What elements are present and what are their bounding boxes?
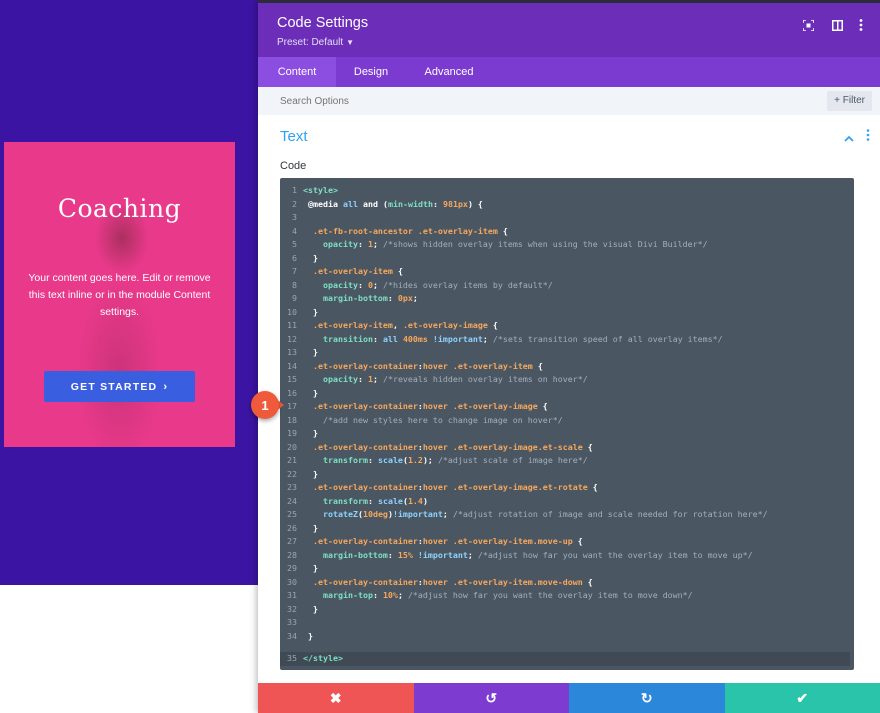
get-started-label: GET STARTED: [70, 380, 158, 393]
code-line: 9 margin-bottom: 0px;: [292, 293, 418, 303]
code-line: 10 }: [287, 306, 318, 317]
code-line: 2 @media all and (min-width: 981px) {: [292, 198, 483, 209]
code-line: 24 transform: scale(1.4): [287, 495, 428, 506]
code-line: 4 .et-fb-root-ancestor .et-overlay-item …: [292, 225, 508, 236]
code-line: 13 }: [287, 347, 318, 357]
code-line-current: 35 </style>: [280, 652, 850, 666]
code-line: 18 /*add new styles here to change image…: [287, 414, 563, 425]
code-line: 31 margin-top: 10%; /*adjust how far you…: [287, 590, 693, 600]
code-line: 6 }: [292, 252, 318, 263]
undo-icon: ↺: [485, 689, 498, 706]
panel-tabs: Content Design Advanced: [258, 57, 880, 87]
code-line: 15 opacity: 1; /*reveals hidden overlay …: [287, 374, 588, 384]
chevron-up-icon[interactable]: [844, 131, 854, 145]
tab-content[interactable]: Content: [258, 57, 336, 87]
code-line: 27 .et-overlay-container:hover .et-overl…: [287, 536, 583, 546]
code-line: 17 .et-overlay-container:hover .et-overl…: [287, 401, 548, 411]
code-line: 14 .et-overlay-container:hover .et-overl…: [287, 360, 543, 371]
code-line: 16 }: [287, 387, 318, 398]
code-line: 3: [292, 212, 297, 222]
step-marker: 1: [251, 391, 279, 419]
panel-header: Code Settings Preset: Default ▼: [258, 0, 880, 57]
search-row: + Filter: [258, 87, 880, 115]
expand-icon[interactable]: [800, 17, 816, 33]
code-line: 29 }: [287, 563, 318, 573]
code-field-label: Code: [280, 160, 307, 172]
code-line: 22 }: [287, 468, 318, 479]
check-icon: ✔: [796, 689, 809, 706]
redo-icon: ↻: [640, 689, 653, 706]
panel-title: Code Settings: [277, 15, 369, 31]
undo-button[interactable]: ↺: [413, 683, 569, 713]
code-line: 21 transform: scale(1.2); /*adjust scale…: [287, 455, 588, 465]
chevron-right-icon: ›: [163, 380, 169, 393]
code-line: 20 .et-overlay-container:hover .et-overl…: [287, 441, 593, 452]
save-button[interactable]: ✔: [724, 683, 880, 713]
redo-button[interactable]: ↻: [569, 683, 725, 713]
code-line: 5 opacity: 1; /*shows hidden overlay ite…: [292, 239, 708, 249]
code-line: 33: [287, 617, 297, 627]
section-title[interactable]: Text: [280, 128, 308, 145]
code-line: 34 }: [287, 630, 313, 641]
panel-footer: ✖ ↺ ↻ ✔: [258, 683, 880, 713]
code-line: 12 transition: all 400ms !important; /*s…: [287, 333, 723, 344]
code-line: 23 .et-overlay-container:hover .et-overl…: [287, 482, 598, 492]
coaching-card[interactable]: Coaching Your content goes here. Edit or…: [4, 142, 235, 447]
filter-button[interactable]: + Filter: [827, 91, 872, 111]
get-started-button[interactable]: GET STARTED ›: [44, 371, 195, 402]
code-editor[interactable]: 1 <style> 2 @media all and (min-width: 98…: [280, 178, 854, 670]
card-text: Your content goes here. Edit or remove t…: [28, 272, 211, 318]
code-line: 32 }: [287, 603, 318, 614]
code-line: 8 opacity: 0; /*hides overlay items by d…: [292, 279, 553, 290]
code-line: 30 .et-overlay-container:hover .et-overl…: [287, 576, 593, 587]
preset-label: Preset: Default: [277, 37, 344, 48]
close-icon: ✖: [329, 689, 342, 706]
preset-selector[interactable]: Preset: Default ▼: [277, 37, 354, 48]
card-title: Coaching: [57, 194, 182, 223]
code-line: 25 rotateZ(10deg)!important; /*adjust ro…: [287, 509, 768, 519]
tab-advanced[interactable]: Advanced: [406, 57, 492, 87]
code-line: 11 .et-overlay-item, .et-overlay-image {: [287, 320, 498, 330]
code-settings-panel: Code Settings Preset: Default ▼ Content D…: [258, 0, 880, 713]
section-more-icon[interactable]: [866, 129, 870, 144]
sidebar-layout-icon[interactable]: [829, 17, 845, 33]
code-line: 1 <style>: [292, 185, 338, 195]
tab-design[interactable]: Design: [336, 57, 406, 87]
caret-down-icon: ▼: [346, 38, 355, 47]
code-line: 28 margin-bottom: 15% !important; /*adju…: [287, 549, 753, 560]
code-line: 26 }: [287, 522, 318, 533]
code-line: 7 .et-overlay-item {: [292, 266, 403, 276]
search-input[interactable]: [270, 91, 690, 111]
code-line: 19 }: [287, 428, 318, 438]
more-icon[interactable]: [853, 17, 869, 33]
discard-button[interactable]: ✖: [258, 683, 414, 713]
